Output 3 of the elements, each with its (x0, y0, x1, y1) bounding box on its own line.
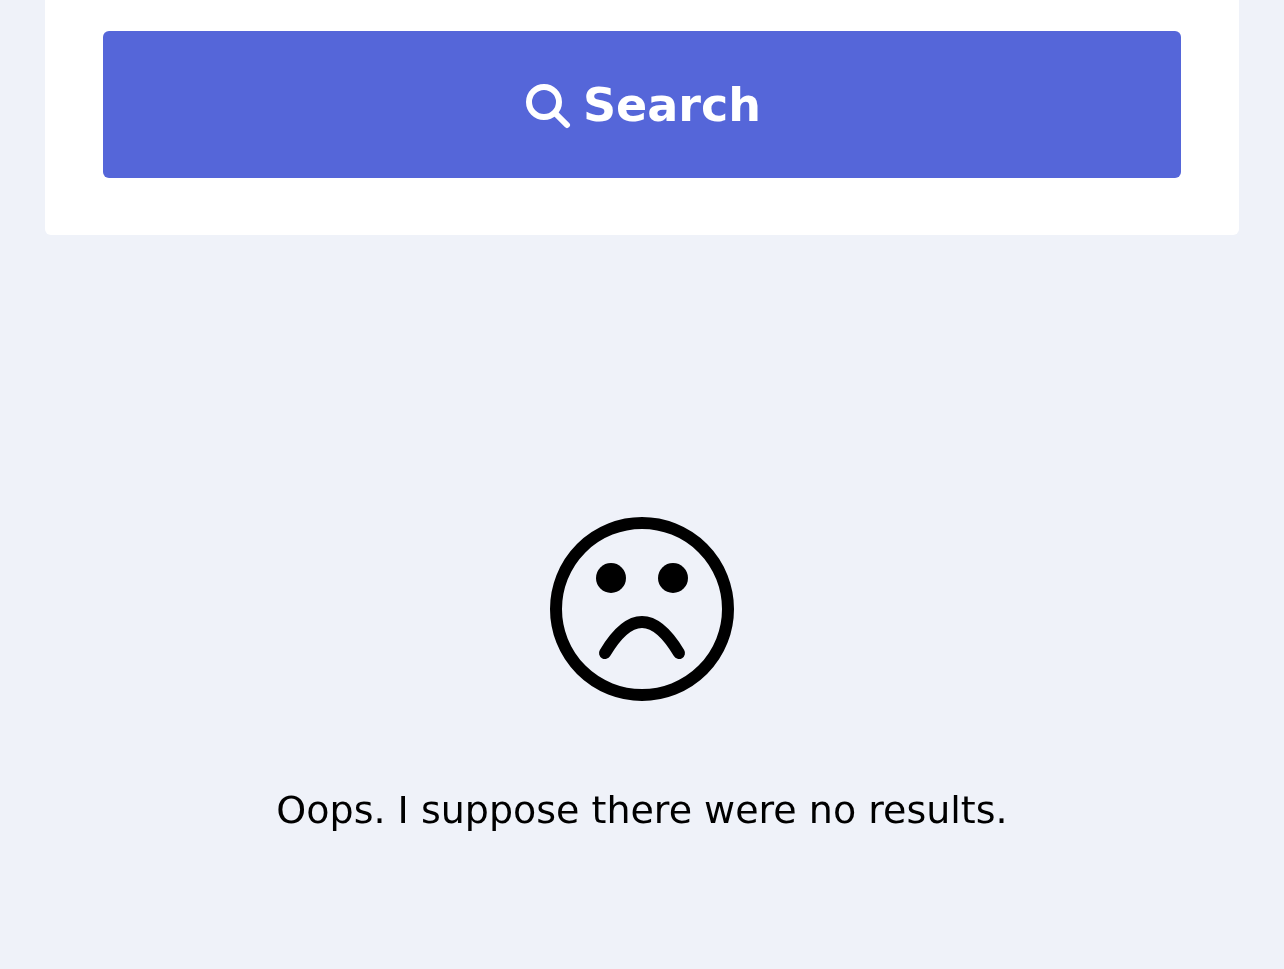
search-button[interactable]: Search (103, 31, 1181, 178)
no-results-message: Oops. I suppose there were no results. (276, 787, 1008, 834)
sad-face-icon (549, 516, 735, 702)
